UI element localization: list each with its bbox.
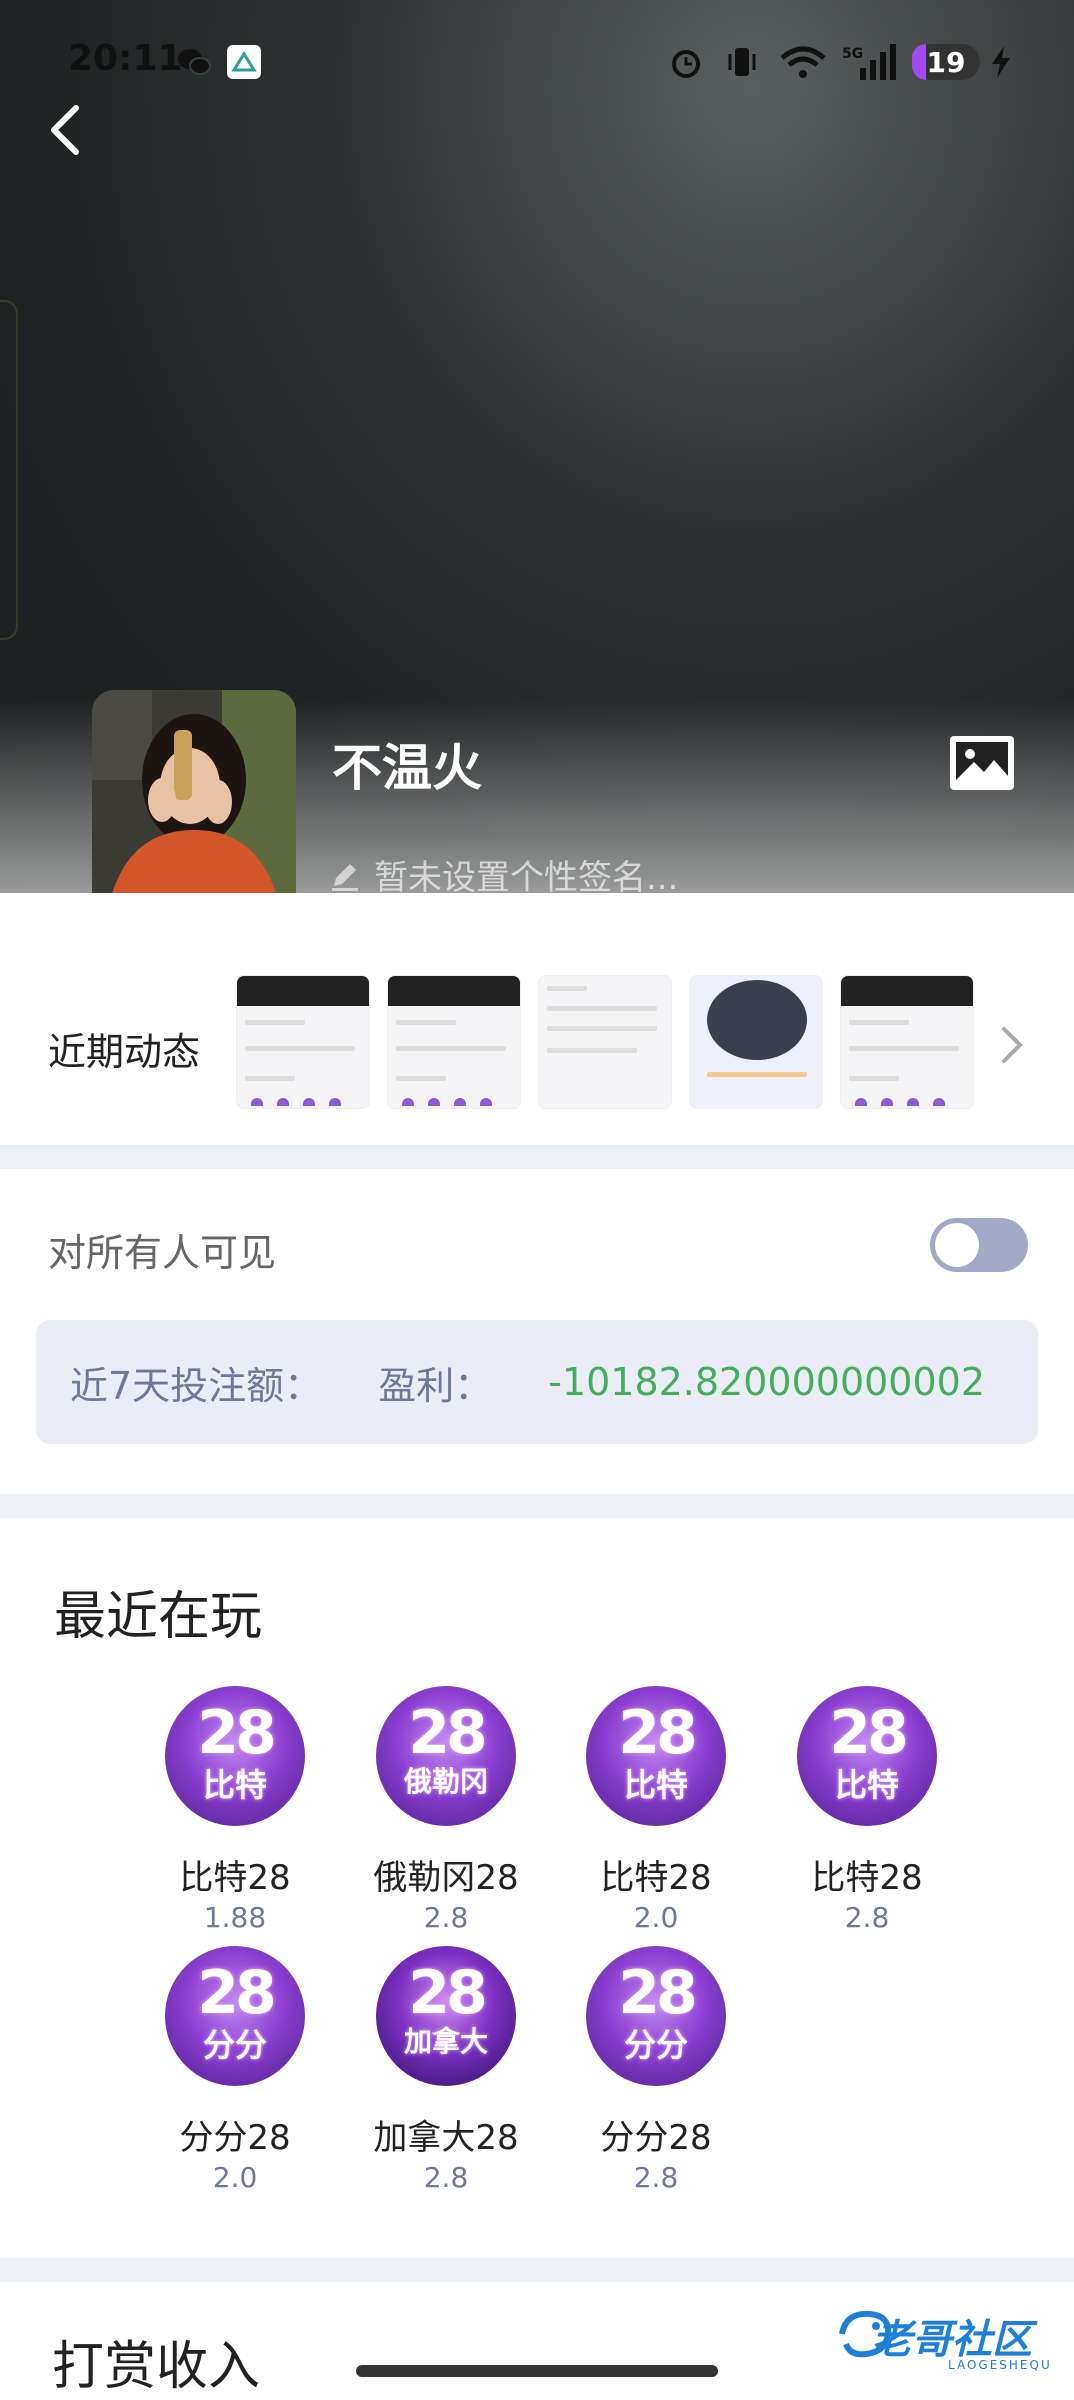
activity-thumbnail[interactable]: [387, 975, 521, 1109]
wifi-icon: [780, 46, 826, 78]
game-name: 加拿大28: [373, 2118, 519, 2158]
bio-placeholder: 暂未设置个性签名...: [374, 858, 679, 893]
visibility-toggle[interactable]: [930, 1218, 1028, 1272]
game-item[interactable]: 28 分分 分分28 2.0: [145, 1946, 325, 2194]
section-divider: [0, 1145, 1074, 1169]
signal-icon: 5G: [842, 44, 896, 80]
svg-text:5G: 5G: [842, 46, 863, 62]
game-icon: 28 分分: [165, 1946, 305, 2086]
edit-pencil-icon: [332, 863, 358, 891]
profit-label: 盈利：: [378, 1363, 493, 1408]
chevron-right-icon[interactable]: [996, 1023, 1028, 1067]
game-item[interactable]: 28 加拿大 加拿大28 2.8: [356, 1946, 536, 2194]
vibrate-icon: [728, 48, 756, 76]
game-odds: 2.8: [423, 1901, 469, 1934]
avatar[interactable]: [92, 690, 296, 893]
dragon-logo-icon: [839, 2310, 892, 2358]
tip-income-title: 打赏收入: [52, 2337, 261, 2397]
game-odds: 2.8: [844, 1901, 890, 1934]
game-name: 俄勒冈28: [373, 1858, 519, 1898]
home-indicator[interactable]: [356, 2365, 718, 2377]
back-arrow-icon[interactable]: [44, 100, 88, 160]
recently-played-title: 最近在玩: [54, 1587, 263, 1647]
game-odds: 2.0: [633, 1901, 679, 1934]
game-item[interactable]: 28 比特 比特28 2.0: [566, 1686, 746, 1934]
visibility-section: 对所有人可见 近7天投注额： 盈利： -10182.820000000002: [0, 1170, 1074, 1490]
edge-tab[interactable]: [0, 300, 18, 640]
status-time: 20:11: [68, 38, 183, 79]
app-icon: [227, 45, 261, 79]
game-icon: 28 比特: [797, 1686, 937, 1826]
game-name: 分分28: [179, 2118, 291, 2158]
game-item[interactable]: 28 比特 比特28 1.88: [145, 1686, 325, 1934]
watermark-logo: 老哥社区 LAOGESHEQU: [836, 2300, 1058, 2372]
change-background-image-icon[interactable]: [948, 734, 1016, 792]
activity-thumbnail[interactable]: [840, 975, 974, 1109]
recent-activity-title: 近期动态: [48, 1030, 201, 1074]
game-item[interactable]: 28 分分 分分28 2.8: [566, 1946, 746, 2194]
game-item[interactable]: 28 比特 比特28 2.8: [777, 1686, 957, 1934]
game-odds: 1.88: [203, 1901, 267, 1934]
section-divider: [0, 1494, 1074, 1518]
recent-activity-thumbnails: [236, 975, 974, 1109]
watermark-subtext: LAOGESHEQU: [948, 2358, 1052, 2372]
game-name: 分分28: [600, 2118, 712, 2158]
profit-value: -10182.820000000002: [548, 1360, 985, 1404]
game-item[interactable]: 28 俄勒冈 俄勒冈28 2.8: [356, 1686, 536, 1934]
game-icon: 28 俄勒冈: [376, 1686, 516, 1826]
game-odds: 2.8: [633, 2161, 679, 2194]
bio[interactable]: 暂未设置个性签名...: [328, 850, 678, 893]
activity-thumbnail[interactable]: [236, 975, 370, 1109]
charging-icon: [992, 46, 1010, 78]
watermark-text: 老哥社区: [872, 2317, 1032, 2363]
status-bar: 20:11 5G 19: [0, 38, 1074, 88]
bet-amount-label: 近7天投注额：: [70, 1363, 323, 1408]
profile-header: 20:11 5G 19 不温火 暂未设置个性签名...: [0, 0, 1074, 893]
visibility-label: 对所有人可见: [48, 1231, 277, 1275]
battery-indicator: 19: [912, 44, 980, 80]
game-odds: 2.8: [423, 2161, 469, 2194]
recent-activity-row[interactable]: 近期动态: [0, 945, 1074, 1145]
wechat-icon: [178, 49, 211, 75]
game-icon: 28 比特: [586, 1686, 726, 1826]
section-divider: [0, 2258, 1074, 2282]
alarm-icon: [672, 50, 700, 78]
activity-thumbnail[interactable]: [689, 975, 823, 1109]
recently-played-section: 最近在玩 28 比特 比特28 1.88 28 俄勒冈 俄勒冈28 2.8 28 比特…: [0, 1518, 1074, 2256]
game-name: 比特28: [179, 1858, 291, 1898]
game-icon: 28 加拿大: [376, 1946, 516, 2086]
game-name: 比特28: [811, 1858, 923, 1898]
activity-thumbnail[interactable]: [538, 975, 672, 1109]
game-icon: 28 分分: [586, 1946, 726, 2086]
stats-card: 近7天投注额： 盈利： -10182.820000000002: [36, 1320, 1038, 1444]
game-icon: 28 比特: [165, 1686, 305, 1826]
game-odds: 2.0: [212, 2161, 258, 2194]
game-name: 比特28: [600, 1858, 712, 1898]
username: 不温火: [332, 739, 482, 797]
